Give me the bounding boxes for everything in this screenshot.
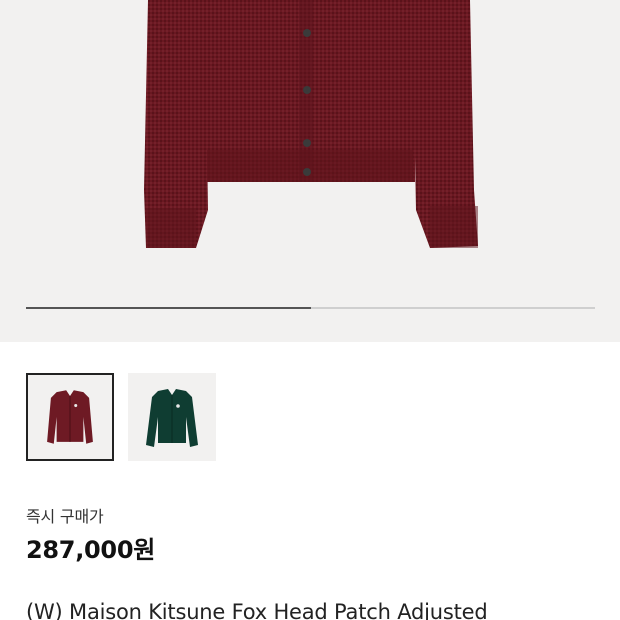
thumbnail-burgundy[interactable]	[26, 373, 114, 461]
burgundy-cardigan-icon	[47, 390, 93, 444]
thumbnail-dark-green[interactable]	[128, 373, 216, 461]
color-thumbnails	[26, 373, 216, 461]
product-title: (W) Maison Kitsune Fox Head Patch Adjust…	[26, 600, 488, 620]
carousel-progress-bar	[26, 307, 595, 309]
price-value: 287,000원	[26, 536, 155, 564]
product-image-carousel[interactable]	[0, 0, 620, 342]
product-detail-page: 즉시 구매가 287,000원 (W) Maison Kitsune Fox H…	[0, 0, 620, 620]
main-product-image	[144, 0, 478, 248]
instant-buy-price-label: 즉시 구매가	[26, 507, 104, 526]
carousel-progress-fill	[26, 307, 311, 309]
green-cardigan-icon	[146, 389, 198, 447]
